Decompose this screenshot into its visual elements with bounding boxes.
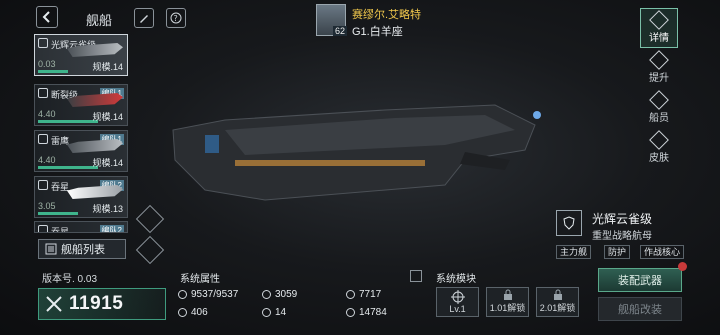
attr-speed: 406 <box>178 305 208 319</box>
hull-icon <box>178 289 187 299</box>
ship-card[interactable]: 吞星 编队2 3.05 规模.13 <box>34 176 128 218</box>
commander-fleet: G1.白羊座 <box>352 26 403 38</box>
lock-icon <box>553 289 562 300</box>
ship-score: 4.40 <box>38 109 56 119</box>
shield-icon <box>38 180 48 190</box>
nav-skin[interactable]: 皮肤 <box>640 128 678 168</box>
ship-card[interactable]: 吞星 编队2 <box>34 221 128 233</box>
nav-label: 详情 <box>649 32 669 44</box>
fleet-list-button[interactable]: 舰船列表 <box>38 239 126 259</box>
nav-label: 提升 <box>649 72 669 84</box>
filter-button[interactable] <box>135 204 165 234</box>
lock-icon <box>503 289 512 300</box>
grid-icon <box>45 243 57 255</box>
progress-bar <box>38 120 98 123</box>
ship-class-icon <box>556 210 582 236</box>
ship-card[interactable]: 断裂级 编队1 4.40 规模.14 <box>34 84 128 126</box>
shield-icon <box>346 289 355 299</box>
ship-score: 3.05 <box>38 201 56 211</box>
grid-icon <box>262 307 271 317</box>
ship-card[interactable]: 光辉云雀级 0.03 规模.14 <box>34 34 128 76</box>
damage-icon <box>346 307 355 317</box>
shield-icon <box>38 134 48 144</box>
svg-text:?: ? <box>174 14 178 23</box>
module-slot-locked[interactable]: 1.01解锁 <box>486 287 529 317</box>
attributes-toggle[interactable] <box>410 270 422 282</box>
shield-icon <box>563 216 575 230</box>
notification-dot <box>678 262 687 271</box>
brush-icon <box>140 15 148 23</box>
shield-icon <box>38 88 48 98</box>
power-display: 11915 <box>38 288 166 320</box>
ship-model <box>172 104 541 201</box>
page-title: 舰船 <box>86 13 113 28</box>
progress-bar <box>38 166 98 169</box>
speed-icon <box>178 307 187 317</box>
ship-thumbnail <box>67 139 123 153</box>
nav-detail[interactable]: 详情 <box>640 8 678 48</box>
ship-class-name: 光辉云雀级 <box>592 212 653 226</box>
skin-icon <box>649 129 669 150</box>
module-slot[interactable]: Lv.1 <box>436 287 479 317</box>
crossed-swords-icon <box>46 296 62 312</box>
attr-shield: 7717 <box>346 287 381 301</box>
chevron-left-icon <box>42 11 50 23</box>
nav-label: 皮肤 <box>649 152 669 164</box>
commander-level: 62 <box>333 26 348 36</box>
upgrade-icon <box>649 49 669 70</box>
ship-card[interactable]: 雷鹰 编队1 4.40 规模.14 <box>34 130 128 172</box>
role-tag: 主力舰 <box>556 245 592 259</box>
detail-icon <box>649 9 669 30</box>
ship-scale: 规模.14 <box>92 112 123 122</box>
equip-weapon-button[interactable]: 装配武器 <box>598 268 682 292</box>
back-button[interactable] <box>36 6 58 28</box>
module-slot-locked[interactable]: 2.01解锁 <box>536 287 579 317</box>
nav-crew[interactable]: 船员 <box>640 88 678 128</box>
ship-name: 吞星 <box>51 182 70 192</box>
role-tag: 防护 <box>604 245 631 259</box>
ship-thumbnail <box>67 185 123 199</box>
team-badge: 编队2 <box>99 225 124 232</box>
shield-icon <box>38 225 48 232</box>
shield-icon <box>38 38 48 48</box>
power-value: 11915 <box>69 293 124 314</box>
ship-class-type: 重型战略航母 <box>592 231 652 242</box>
attr-firepower: 3059 <box>262 287 297 301</box>
attr-count: 14 <box>262 305 286 319</box>
role-tag: 作战核心 <box>640 245 685 259</box>
progress-bar <box>38 212 78 215</box>
ship-scale: 规模.14 <box>92 158 123 168</box>
ship-name: 吞星 <box>51 227 70 233</box>
crosshair-icon <box>450 290 465 304</box>
question-icon: ? <box>170 12 182 24</box>
ship-score: 4.40 <box>38 155 56 165</box>
firepower-icon <box>262 289 271 299</box>
version-label: 版本号. 0.03 <box>42 274 98 285</box>
sort-button[interactable] <box>135 235 165 265</box>
nav-upgrade[interactable]: 提升 <box>640 48 678 88</box>
attr-damage: 14784 <box>346 305 387 319</box>
ship-scale: 规模.13 <box>92 204 123 214</box>
attributes-title: 系统属性 <box>180 274 220 285</box>
modules-title: 系统模块 <box>436 274 476 285</box>
ship-scale: 规模.14 <box>92 62 123 72</box>
commander-name: 赛缪尔.艾略特 <box>352 9 422 21</box>
help-button[interactable]: ? <box>166 8 186 28</box>
attr-hp: 9537/9537 <box>178 287 238 301</box>
refit-button[interactable]: 舰船改装 <box>598 297 682 321</box>
ship-score: 0.03 <box>38 59 56 69</box>
ship-name: 雷鹰 <box>51 136 70 146</box>
crew-icon <box>649 89 669 110</box>
progress-bar <box>38 70 68 73</box>
skin-button[interactable] <box>134 8 154 28</box>
nav-label: 船员 <box>649 112 669 124</box>
fleet-list-label: 舰船列表 <box>61 244 105 256</box>
